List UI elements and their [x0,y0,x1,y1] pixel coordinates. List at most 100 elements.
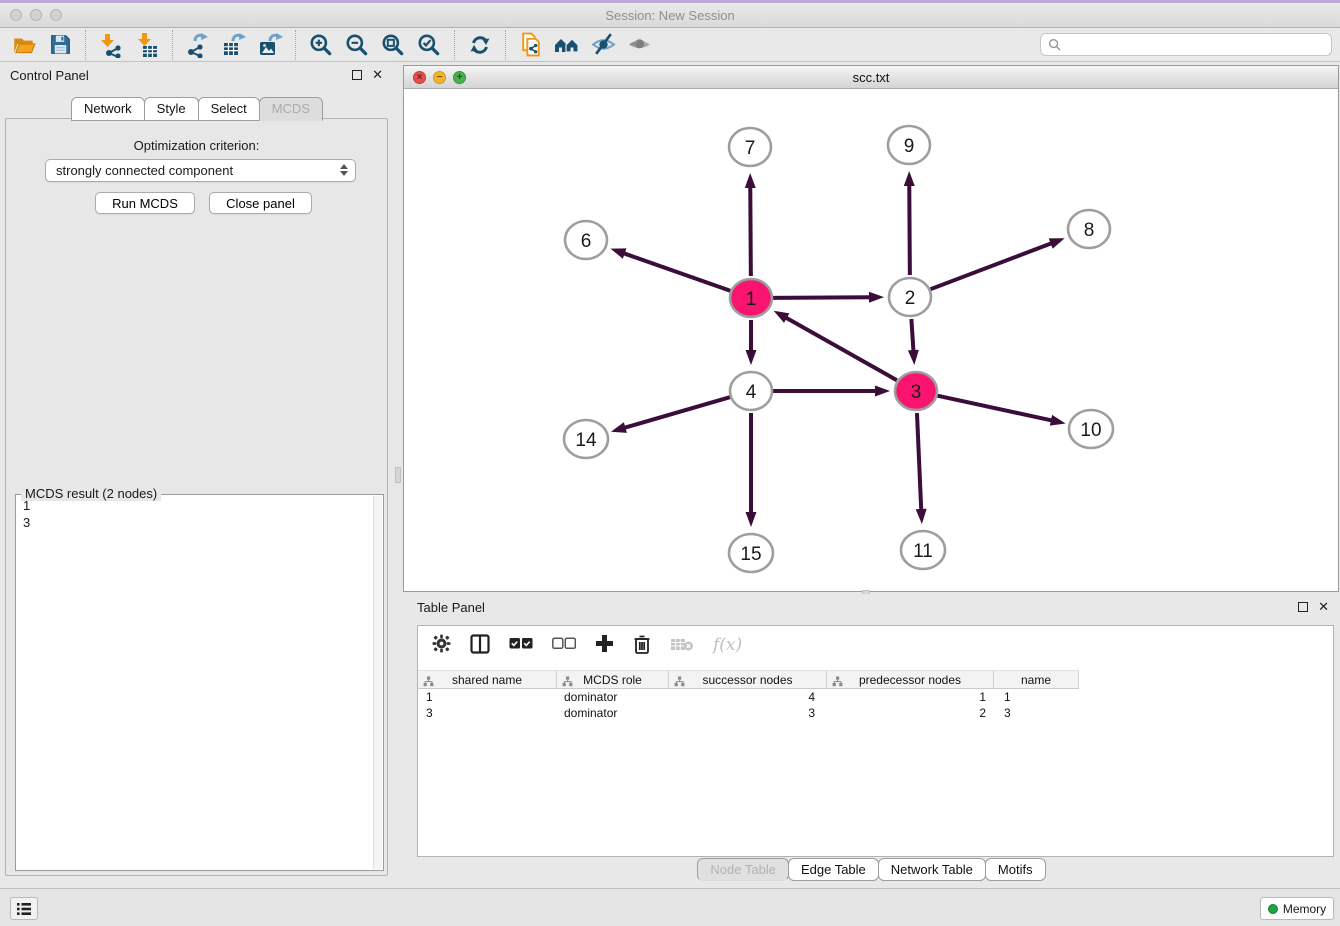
table-cell[interactable]: dominator [557,689,669,705]
graph-node-15[interactable]: 15 [729,534,773,572]
zoom-fit-button[interactable] [375,30,411,60]
graph-node-8[interactable]: 8 [1068,210,1110,248]
graph-node-10[interactable]: 10 [1069,410,1113,448]
import-table-button[interactable] [129,30,165,60]
graph-node-7[interactable]: 7 [729,128,771,166]
column-header-successor-nodes[interactable]: successor nodes [669,671,827,688]
zoom-selected-button[interactable] [411,30,447,60]
toolbar-separator [454,30,455,60]
tab-mcds[interactable]: MCDS [259,97,323,121]
zoom-in-button[interactable] [303,30,339,60]
graph-edge-3-11[interactable] [917,413,921,511]
export-network-button[interactable] [180,30,216,60]
result-item[interactable]: 3 [17,514,371,531]
table-cell[interactable]: 1 [827,689,994,705]
close-table-panel-icon[interactable]: ✕ [1318,602,1329,612]
graph-node-9[interactable]: 9 [888,126,930,164]
close-panel-icon[interactable]: ✕ [372,70,383,80]
network-window-titlebar[interactable]: × − + scc.txt [404,66,1338,89]
graph-edge-2-3[interactable] [911,319,913,352]
graph-edge-1-7[interactable] [750,186,751,276]
select-all-button[interactable] [509,637,533,653]
export-image-button[interactable] [252,30,288,60]
node-label: 7 [745,138,756,159]
column-header-predecessor-nodes[interactable]: predecessor nodes [827,671,994,688]
graph-edge-1-6[interactable] [623,253,730,291]
column-tree-icon [832,675,843,690]
column-header-name[interactable]: name [994,671,1079,688]
graph-edge-2-9[interactable] [909,184,910,275]
float-table-panel-icon[interactable] [1298,602,1308,612]
table-row[interactable]: 3dominator323 [418,705,1333,721]
add-column-button[interactable] [595,634,614,656]
table-cell[interactable]: 4 [669,689,827,705]
hide-graphics-details-button[interactable] [585,30,621,60]
run-mcds-button[interactable]: Run MCDS [95,192,195,214]
checked-boxes-icon [509,637,533,650]
graph-edge-4-14[interactable] [623,397,729,428]
column-header-shared-name[interactable]: shared name [418,671,557,688]
apply-layout-button[interactable] [462,30,498,60]
splitter-grip[interactable] [395,467,401,483]
result-scrollbar[interactable] [373,496,382,869]
tab-select[interactable]: Select [198,97,260,121]
task-history-button[interactable] [10,897,38,920]
delete-column-button[interactable] [633,634,651,657]
network-graph[interactable]: 7 9 6 8 1 2 4 3 14 10 15 11 [404,89,1338,591]
graph-node-6[interactable]: 6 [565,221,607,259]
split-view-button[interactable] [470,634,490,657]
show-graphics-details-button-disabled [621,30,657,60]
table-panel: Table Panel ✕ [403,594,1339,888]
save-session-button[interactable] [42,30,78,60]
tab-style[interactable]: Style [144,97,199,121]
table-cell[interactable]: 3 [418,705,557,721]
select-stepper-icon [340,164,348,176]
toolbar-search[interactable] [1040,33,1332,56]
graph-node-3[interactable]: 3 [895,372,937,410]
zoom-out-button[interactable] [339,30,375,60]
export-table-button[interactable] [216,30,252,60]
open-file-button[interactable] [6,30,42,60]
zoom-out-icon [344,32,370,58]
graph-node-11[interactable]: 11 [901,531,945,569]
table-cell[interactable]: dominator [557,705,669,721]
table-cell[interactable]: 1 [418,689,557,705]
table-cell[interactable]: 1 [994,689,1079,705]
table-settings-button[interactable] [432,634,451,656]
table-panel-header: Table Panel ✕ [403,594,1339,620]
duplicate-network-button[interactable] [513,30,549,60]
mcds-result-list[interactable]: 13 [17,497,371,869]
graph-edge-3-10[interactable] [937,396,1052,421]
criterion-select[interactable]: strongly connected component [45,159,356,182]
close-panel-button[interactable]: Close panel [209,192,312,214]
table-cell[interactable]: 2 [827,705,994,721]
tab-node-table[interactable]: Node Table [697,858,789,881]
graph-node-14[interactable]: 14 [564,420,608,458]
memory-button[interactable]: Memory [1260,897,1334,920]
table-cell[interactable]: 3 [994,705,1079,721]
network-canvas[interactable]: 7 9 6 8 1 2 4 3 14 10 15 11 [404,89,1338,591]
import-network-button[interactable] [93,30,129,60]
graph-node-4[interactable]: 4 [730,372,772,410]
vertical-splitter[interactable] [393,62,403,888]
tab-motifs[interactable]: Motifs [985,858,1046,881]
table-row[interactable]: 1dominator411 [418,689,1333,705]
network-overview-button[interactable] [549,30,585,60]
tab-network[interactable]: Network [71,97,145,121]
float-panel-icon[interactable] [352,70,362,80]
tab-network-table[interactable]: Network Table [878,858,986,881]
column-header-MCDS-role[interactable]: MCDS role [557,671,669,688]
search-input[interactable] [1066,38,1331,52]
delete-table-icon [670,636,694,652]
graph-node-1[interactable]: 1 [730,279,772,317]
graph-node-2[interactable]: 2 [889,278,931,316]
table-cell[interactable]: 3 [669,705,827,721]
table-toolbar: f(x) [418,626,1333,664]
graph-edge-1-2[interactable] [773,297,871,298]
result-item[interactable]: 1 [17,497,371,514]
graph-edge-3-1[interactable] [785,317,897,380]
deselect-all-button[interactable] [552,637,576,653]
tab-edge-table[interactable]: Edge Table [788,858,879,881]
toolbar-separator [295,30,296,60]
graph-edge-2-8[interactable] [931,243,1053,289]
